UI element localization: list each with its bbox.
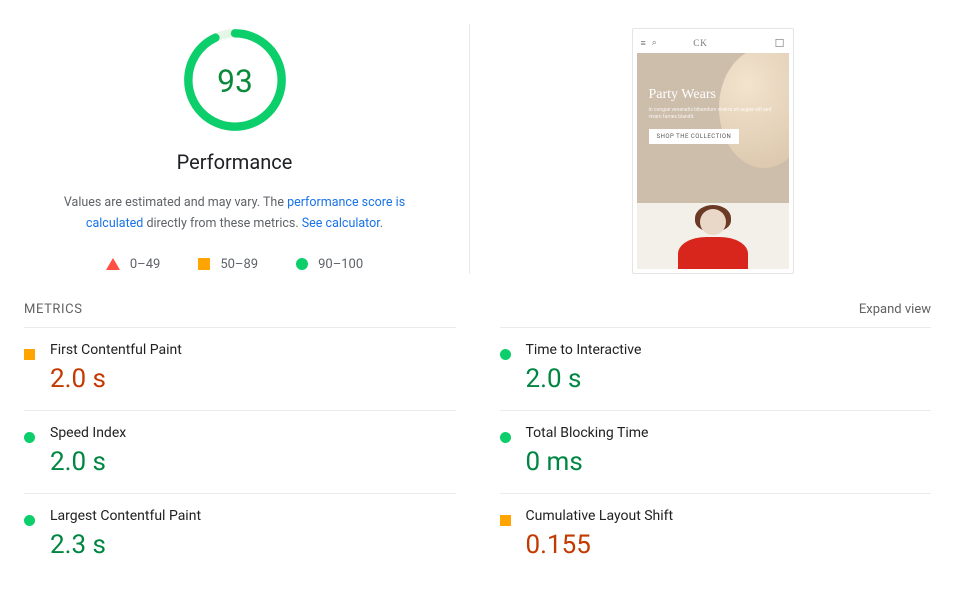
legend-avg-label: 50–89	[220, 257, 258, 272]
thumb-hero: Party Wears In congue venenatis bibendum…	[637, 53, 789, 203]
model-head	[700, 209, 726, 235]
legend-good-label: 90–100	[318, 257, 363, 272]
gauge-panel: 93 Performance Values are estimated and …	[0, 24, 470, 274]
circle-green-icon	[500, 432, 511, 443]
legend-poor: 0–49	[106, 257, 160, 272]
thumb-lower	[637, 203, 789, 269]
expand-view-link[interactable]: Expand view	[859, 302, 931, 317]
metrics-grid: First Contentful Paint 2.0 s Time to Int…	[0, 327, 955, 576]
square-orange-icon	[24, 349, 35, 360]
metric-lcp: Largest Contentful Paint 2.3 s	[24, 493, 456, 576]
metric-si: Speed Index 2.0 s	[24, 410, 456, 493]
search-icon: ⌕	[652, 38, 657, 48]
metric-value: 2.0 s	[526, 364, 932, 394]
circle-green-icon	[24, 515, 35, 526]
menu-icon: ≡	[641, 38, 646, 49]
hero-text-block: Party Wears In congue venenatis bibendum…	[649, 87, 777, 144]
thumb-header: ≡ ⌕ CK ☐	[637, 33, 789, 53]
metric-value: 2.0 s	[50, 447, 456, 477]
metric-value: 2.3 s	[50, 530, 456, 560]
see-calculator-link[interactable]: See calculator	[302, 216, 380, 231]
thumb-logo: CK	[693, 38, 708, 48]
score-legend: 0–49 50–89 90–100	[106, 257, 363, 272]
metric-tbt: Total Blocking Time 0 ms	[500, 410, 932, 493]
metric-value: 2.0 s	[50, 364, 456, 394]
disclaimer-middle: directly from these metrics.	[143, 216, 301, 231]
performance-gauge: 93	[179, 24, 291, 136]
square-orange-icon	[198, 258, 210, 270]
triangle-red-icon	[106, 258, 120, 270]
metric-name: Time to Interactive	[526, 342, 932, 358]
metric-value: 0.155	[526, 530, 932, 560]
disclaimer-text: Values are estimated and may vary. The p…	[35, 192, 435, 235]
legend-poor-label: 0–49	[130, 257, 160, 272]
thumbnail-panel: ≡ ⌕ CK ☐ Party Wears In congue venenatis…	[470, 24, 955, 274]
circle-green-icon	[500, 349, 511, 360]
disclaimer-prefix: Values are estimated and may vary. The	[64, 195, 287, 210]
circle-green-icon	[24, 432, 35, 443]
hero-cta-button: SHOP THE COLLECTION	[649, 129, 740, 144]
legend-good: 90–100	[296, 257, 363, 272]
gauge-panel-inner: 93 Performance Values are estimated and …	[35, 24, 435, 272]
top-panel: 93 Performance Values are estimated and …	[0, 0, 955, 294]
metric-name: First Contentful Paint	[50, 342, 456, 358]
metrics-title: METRICS	[24, 302, 83, 317]
mobile-preview-thumbnail: ≡ ⌕ CK ☐ Party Wears In congue venenatis…	[632, 28, 794, 274]
metric-value: 0 ms	[526, 447, 932, 477]
metric-tti: Time to Interactive 2.0 s	[500, 327, 932, 410]
model-body	[678, 237, 748, 269]
metrics-header: METRICS Expand view	[0, 294, 955, 327]
hero-subtitle: In congue venenatis bibendum viverra sit…	[649, 107, 777, 121]
bag-icon: ☐	[775, 37, 785, 50]
gauge-title: Performance	[177, 150, 293, 174]
hero-title: Party Wears	[649, 87, 777, 103]
metric-name: Total Blocking Time	[526, 425, 932, 441]
metric-cls: Cumulative Layout Shift 0.155	[500, 493, 932, 576]
circle-green-icon	[296, 258, 308, 270]
legend-avg: 50–89	[198, 257, 258, 272]
metric-fcp: First Contentful Paint 2.0 s	[24, 327, 456, 410]
metric-name: Cumulative Layout Shift	[526, 508, 932, 524]
metric-name: Largest Contentful Paint	[50, 508, 456, 524]
square-orange-icon	[500, 515, 511, 526]
gauge-score: 93	[217, 63, 253, 100]
metric-name: Speed Index	[50, 425, 456, 441]
